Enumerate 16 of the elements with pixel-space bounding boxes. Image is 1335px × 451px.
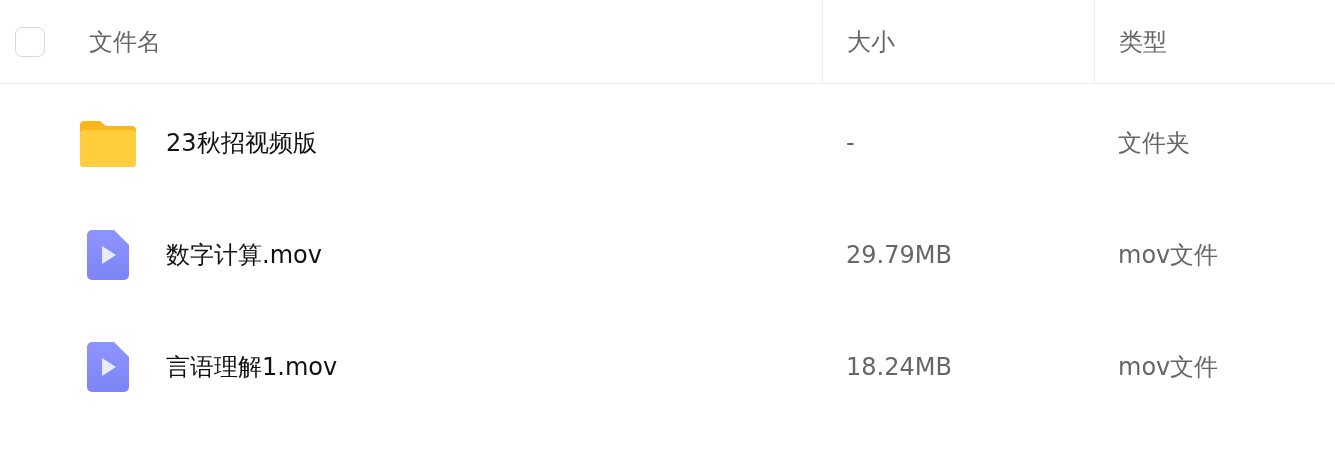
file-size: 29.79MB	[846, 241, 952, 269]
column-header[interactable]: 大小	[847, 25, 895, 58]
video-file-icon	[87, 342, 129, 392]
column-header[interactable]: 文件名	[89, 25, 161, 58]
file-type: mov文件	[1118, 240, 1219, 271]
file-name[interactable]: 数字计算.mov	[166, 239, 322, 271]
file-name[interactable]: 言语理解1.mov	[166, 351, 338, 383]
file-size: -	[846, 129, 855, 157]
file-type: 文件夹	[1118, 128, 1190, 159]
column-header[interactable]: 类型	[1119, 25, 1167, 58]
select-all-checkbox[interactable]	[15, 26, 45, 57]
file-size: 18.24MB	[846, 353, 952, 381]
folder-icon	[80, 119, 136, 167]
file-name[interactable]: 23秋招视频版	[166, 127, 317, 159]
file-type: mov文件	[1118, 352, 1219, 383]
video-file-icon	[87, 230, 129, 280]
